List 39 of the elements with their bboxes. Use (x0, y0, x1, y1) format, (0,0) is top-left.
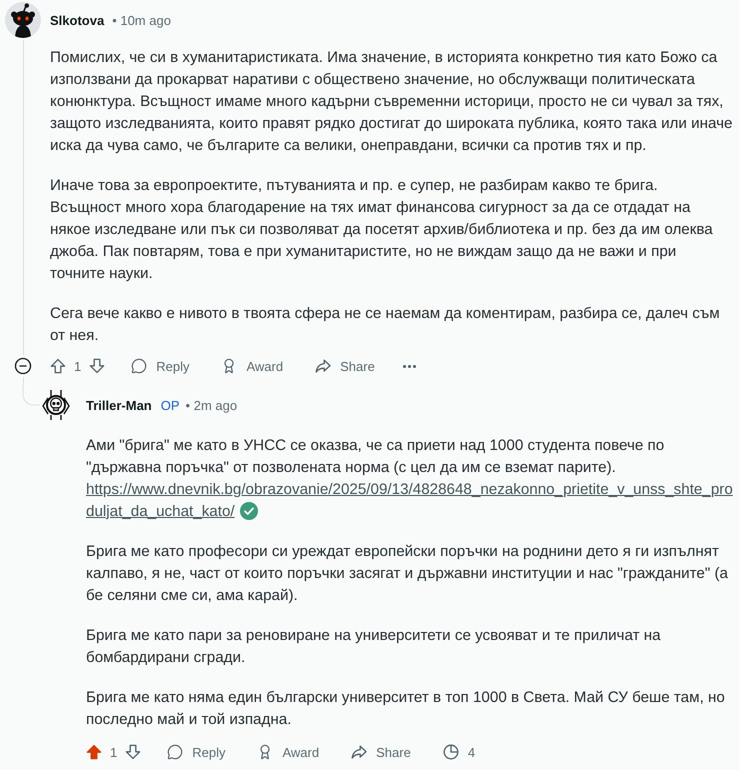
upvote-button[interactable] (84, 742, 104, 762)
link[interactable]: https://www.dnevnik.bg/obrazovanie/2025/09/13/4828648_nezakonno_prietite_v_unss_shte_produljat_da_uchat_kato/ (86, 479, 733, 523)
down-arrow-icon (89, 358, 106, 374)
skull-avatar-icon[interactable] (40, 389, 72, 421)
comment-text: Помислих, че си в хуманитаристиката. Има значение, в историята конкретно тия като Божо са използвани да прокарват наративи с обществено значение, но обслужващи политическата конюнктура. Всъщност имаме много кадърни съвременни историци, просто не си чувал за тях, защото изследванията, които правят рядко достигат до широката публика, която така или иначе иска да чува само, че българите са велики, онеправдани, всички са против тях и пр. (50, 48, 733, 156)
speech-bubble-icon (131, 358, 148, 374)
reply-button[interactable]: Reply (155, 736, 238, 768)
timestamp: • 2m ago (186, 398, 238, 412)
comment-text: Иначе това за европроектите, пътуванията и пр. е супер, не разбирам какво те брига. Всъщност много хора благодарение на тях имат финансова сигурност за да се отдадат на някое изследване или пък си позволяват да посетят архив/библиотека и пр. без да им олеква джоба. Пак повтарям, това е при хуманитаристите, но не виждам защо да не важи и при точните науки. (50, 176, 714, 284)
vote-count: 1 (110, 744, 118, 760)
comment-text: Ами "брига" ме като в УНСС се оказва, че са приети над 1000 студента повече по "държавна поръчка" от позволената норма (с цел да им се вземат парите). (86, 436, 666, 478)
speech-bubble-icon (167, 744, 184, 760)
upvote-button[interactable] (48, 356, 68, 376)
username[interactable]: Triller-Man (86, 398, 152, 412)
down-arrow-icon (125, 744, 142, 760)
timestamp: • 10m ago (112, 12, 171, 28)
award-button[interactable]: Award (245, 736, 332, 768)
username[interactable]: Slkotova (50, 12, 104, 28)
minus-circle-icon (14, 356, 32, 374)
comment-text: Брига ме като няма един български университет в топ 1000 в Света. Май СУ беше там, но последно май и той изпадна. (86, 688, 726, 730)
share-button[interactable]: Share (339, 736, 423, 768)
downvote-button[interactable] (123, 742, 144, 762)
reply-button[interactable]: Reply (119, 350, 202, 382)
insights-button[interactable]: 4 (430, 736, 488, 768)
share-button[interactable]: Share (303, 350, 387, 382)
downvote-button[interactable] (87, 356, 108, 376)
award-button[interactable]: Award (209, 350, 296, 382)
pie-chart-icon (442, 744, 459, 760)
comment-text: Брига ме като професори си уреждат европейски поръчки на роднини дето я ги изпълнят калпаво, я не, част от които поръчки засягат и държавни институции и нас "гражданите" (а бе селяни сме си, ама карай). (86, 542, 729, 606)
up-arrow-icon (50, 358, 66, 374)
share-icon (351, 744, 368, 760)
share-icon (315, 358, 332, 374)
more-icon (402, 364, 416, 368)
op-label: OP (160, 398, 180, 412)
vote-count: 1 (74, 358, 82, 374)
comment-text: Брига ме като пари за реновиране на университети се усвояват и те приличат на бомбардирани сгради. (86, 626, 662, 668)
filled-up-arrow-icon (86, 744, 102, 760)
alien-avatar-icon[interactable] (5, 2, 41, 38)
comment-text: Сега вече какво е нивото в твоята сфера не се наемам да коментирам, разбира се, далеч съм от нея. (50, 304, 721, 346)
